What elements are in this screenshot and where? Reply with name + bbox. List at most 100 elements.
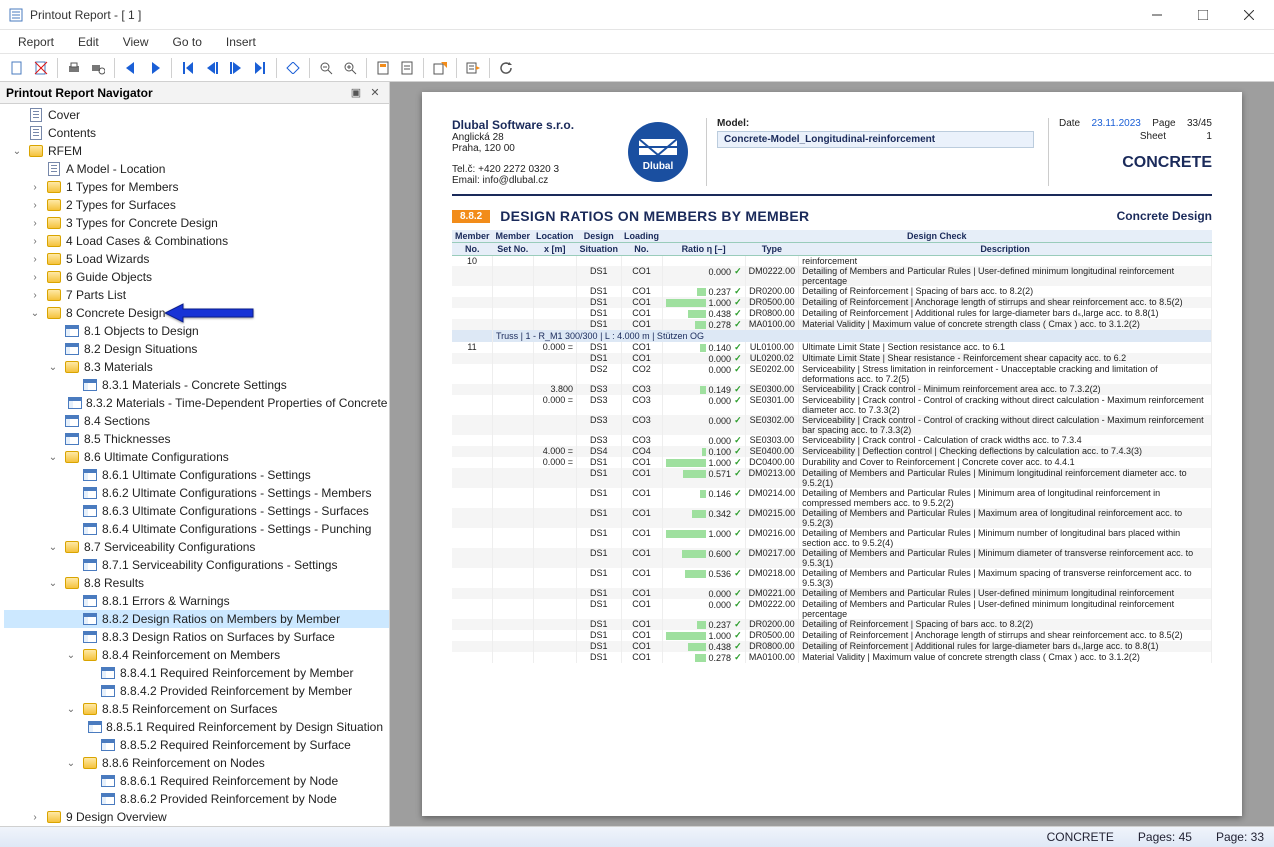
settings-icon[interactable] xyxy=(462,57,484,79)
menu-report[interactable]: Report xyxy=(6,33,66,51)
tree-item[interactable]: 8.8.1 Errors & Warnings xyxy=(4,592,389,610)
tree-item-label: 8.8.5.1 Required Reinforcement by Design… xyxy=(106,720,389,734)
tree-twisty-icon[interactable]: › xyxy=(28,236,42,247)
maximize-button[interactable] xyxy=(1180,0,1226,30)
tree-twisty-icon[interactable]: ⌄ xyxy=(28,308,42,319)
table-row: DS1CO10.237✓DR0200.00Detailing of Reinfo… xyxy=(452,619,1212,630)
table-row: DS1CO10.000✓DM0221.00Detailing of Member… xyxy=(452,588,1212,599)
tree-twisty-icon[interactable]: ⌄ xyxy=(64,650,78,661)
next-icon[interactable] xyxy=(144,57,166,79)
tree-item[interactable]: ›7 Parts List xyxy=(4,286,389,304)
grid-icon xyxy=(82,503,98,519)
page-layout-icon[interactable] xyxy=(396,57,418,79)
dlubal-logo-icon: Dlubal xyxy=(624,118,692,186)
tree-item[interactable]: 8.8.5.2 Required Reinforcement by Surfac… xyxy=(4,736,389,754)
tree-item[interactable]: 8.6.1 Ultimate Configurations - Settings xyxy=(4,466,389,484)
zoom-out-icon[interactable] xyxy=(315,57,337,79)
tree-item[interactable]: ⌄8.6 Ultimate Configurations xyxy=(4,448,389,466)
grid-icon xyxy=(88,719,102,735)
refresh-icon[interactable] xyxy=(495,57,517,79)
tree-item[interactable]: 8.5 Thicknesses xyxy=(4,430,389,448)
tree-item[interactable]: 8.8.4.1 Required Reinforcement by Member xyxy=(4,664,389,682)
tree-item[interactable]: 8.8.2 Design Ratios on Members by Member xyxy=(4,610,389,628)
menu-go-to[interactable]: Go to xyxy=(161,33,214,51)
tree-item[interactable]: ⌄8.8.4 Reinforcement on Members xyxy=(4,646,389,664)
tree-item[interactable]: 8.3.2 Materials - Time-Dependent Propert… xyxy=(4,394,389,412)
tree-item[interactable]: 8.6.3 Ultimate Configurations - Settings… xyxy=(4,502,389,520)
tree-item[interactable]: ⌄8 Concrete Design xyxy=(4,304,389,322)
tree-item[interactable]: ›4 Load Cases & Combinations xyxy=(4,232,389,250)
report-viewer[interactable]: Dlubal Software s.r.o. Anglická 28 Praha… xyxy=(390,82,1274,826)
grid-icon xyxy=(82,377,98,393)
export-icon[interactable] xyxy=(429,57,451,79)
tree-twisty-icon[interactable]: › xyxy=(28,182,42,193)
tree-twisty-icon[interactable]: › xyxy=(28,290,42,301)
tree-twisty-icon[interactable]: ⌄ xyxy=(46,452,60,463)
tree-item[interactable]: 8.3.1 Materials - Concrete Settings xyxy=(4,376,389,394)
tree-item[interactable]: 8.2 Design Situations xyxy=(4,340,389,358)
tree-item[interactable]: ⌄8.8 Results xyxy=(4,574,389,592)
tree-item[interactable]: 8.8.6.2 Provided Reinforcement by Node xyxy=(4,790,389,808)
close-panel-icon[interactable]: ✕ xyxy=(367,85,383,101)
tree-twisty-icon[interactable]: › xyxy=(28,812,42,823)
tree-item[interactable]: ⌄8.8.6 Reinforcement on Nodes xyxy=(4,754,389,772)
tree-twisty-icon[interactable]: ⌄ xyxy=(10,146,24,157)
menu-edit[interactable]: Edit xyxy=(66,33,111,51)
tree-item[interactable]: 8.8.3 Design Ratios on Surfaces by Surfa… xyxy=(4,628,389,646)
delete-report-icon[interactable] xyxy=(30,57,52,79)
tree-twisty-icon[interactable]: ⌄ xyxy=(64,758,78,769)
prev-icon[interactable] xyxy=(120,57,142,79)
tree-item[interactable]: Cover xyxy=(4,106,389,124)
tree-item[interactable]: ›6 Guide Objects xyxy=(4,268,389,286)
tree-item[interactable]: 8.6.4 Ultimate Configurations - Settings… xyxy=(4,520,389,538)
next-page-icon[interactable] xyxy=(225,57,247,79)
pin-icon[interactable]: ▣ xyxy=(348,85,364,101)
tree-twisty-icon[interactable]: ⌄ xyxy=(46,542,60,553)
tree-twisty-icon[interactable]: ⌄ xyxy=(46,362,60,373)
tree-item[interactable]: ⌄8.8.5 Reinforcement on Surfaces xyxy=(4,700,389,718)
grid-icon xyxy=(100,665,116,681)
tree-item[interactable]: ⌄RFEM xyxy=(4,142,389,160)
tree-item[interactable]: Contents xyxy=(4,124,389,142)
zoom-in-icon[interactable] xyxy=(339,57,361,79)
tree-item[interactable]: 8.8.4.2 Provided Reinforcement by Member xyxy=(4,682,389,700)
new-report-icon[interactable] xyxy=(6,57,28,79)
menu-view[interactable]: View xyxy=(111,33,161,51)
tree-twisty-icon[interactable]: › xyxy=(28,272,42,283)
close-button[interactable] xyxy=(1226,0,1272,30)
print-icon[interactable] xyxy=(63,57,85,79)
navigator-tree[interactable]: CoverContents⌄RFEMA Model - Location›1 T… xyxy=(0,104,389,826)
tree-item[interactable]: ⌄8.3 Materials xyxy=(4,358,389,376)
grid-icon xyxy=(64,413,80,429)
tree-item-label: 8.8.4.2 Provided Reinforcement by Member xyxy=(120,684,358,698)
title-bar: Printout Report - [ 1 ] xyxy=(0,0,1274,30)
grid-icon xyxy=(100,737,116,753)
tree-twisty-icon[interactable]: › xyxy=(28,200,42,211)
tree-item[interactable]: 8.8.5.1 Required Reinforcement by Design… xyxy=(4,718,389,736)
tree-item[interactable]: ›1 Types for Members xyxy=(4,178,389,196)
tree-item[interactable]: 8.8.6.1 Required Reinforcement by Node xyxy=(4,772,389,790)
prev-page-icon[interactable] xyxy=(201,57,223,79)
tree-twisty-icon[interactable]: › xyxy=(28,218,42,229)
tree-item[interactable]: ⌄8.7 Serviceability Configurations xyxy=(4,538,389,556)
tree-item[interactable]: A Model - Location xyxy=(4,160,389,178)
page-setup-icon[interactable] xyxy=(372,57,394,79)
tree-item[interactable]: 8.1 Objects to Design xyxy=(4,322,389,340)
tree-item[interactable]: 8.6.2 Ultimate Configurations - Settings… xyxy=(4,484,389,502)
tree-item[interactable]: 8.7.1 Serviceability Configurations - Se… xyxy=(4,556,389,574)
tree-twisty-icon[interactable]: ⌄ xyxy=(46,578,60,589)
last-page-icon[interactable] xyxy=(249,57,271,79)
tree-item[interactable]: ›2 Types for Surfaces xyxy=(4,196,389,214)
tree-item[interactable]: ›5 Load Wizards xyxy=(4,250,389,268)
minimize-button[interactable] xyxy=(1134,0,1180,30)
print-settings-icon[interactable] xyxy=(87,57,109,79)
tree-item[interactable]: 8.4 Sections xyxy=(4,412,389,430)
table-row: DS1CO10.600✓DM0217.00Detailing of Member… xyxy=(452,548,1212,568)
tree-item[interactable]: ›3 Types for Concrete Design xyxy=(4,214,389,232)
tree-twisty-icon[interactable]: › xyxy=(28,254,42,265)
tree-twisty-icon[interactable]: ⌄ xyxy=(64,704,78,715)
first-page-icon[interactable] xyxy=(177,57,199,79)
menu-insert[interactable]: Insert xyxy=(214,33,268,51)
select-icon[interactable] xyxy=(282,57,304,79)
tree-item[interactable]: ›9 Design Overview xyxy=(4,808,389,826)
